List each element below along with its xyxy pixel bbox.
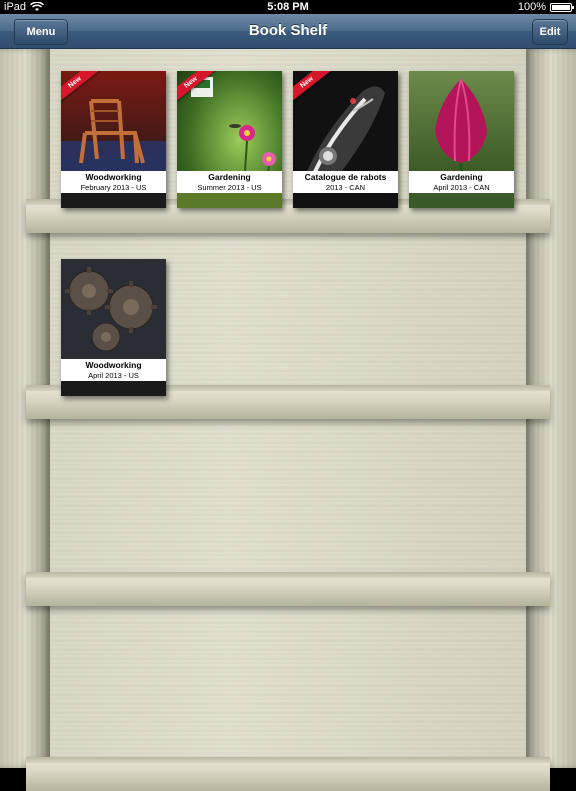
book-title: Gardening xyxy=(208,172,251,182)
status-right: 100% xyxy=(517,0,574,14)
edit-button[interactable]: Edit xyxy=(532,19,568,45)
bookshelf: Woodworking February 2013 - US New Garde… xyxy=(0,49,576,791)
book-item[interactable]: Gardening April 2013 - CAN xyxy=(409,71,514,208)
book-label: Gardening April 2013 - CAN xyxy=(409,171,514,193)
battery-icon xyxy=(550,2,574,12)
book-subtitle: April 2013 - US xyxy=(88,371,139,380)
book-subtitle: February 2013 - US xyxy=(80,183,147,192)
book-subtitle: 2013 - CAN xyxy=(325,183,366,192)
book-subtitle: April 2013 - CAN xyxy=(433,183,490,192)
book-label: Gardening Summer 2013 - US xyxy=(177,171,282,193)
book-subtitle: Summer 2013 - US xyxy=(197,183,262,192)
book-title: Woodworking xyxy=(85,360,142,370)
book-label: Woodworking February 2013 - US xyxy=(61,171,166,193)
status-time: 5:08 PM xyxy=(267,1,309,13)
shelf-plank xyxy=(26,757,550,791)
book-label: Woodworking April 2013 - US xyxy=(61,359,166,381)
book-item[interactable]: Gardening Summer 2013 - US New xyxy=(177,71,282,208)
battery-percent: 100% xyxy=(517,1,546,13)
book-item[interactable]: Catalogue de rabots 2013 - CAN New xyxy=(293,71,398,208)
book-title: Catalogue de rabots xyxy=(304,172,387,182)
book-item[interactable]: Woodworking April 2013 - US xyxy=(61,259,166,396)
book-label: Catalogue de rabots 2013 - CAN xyxy=(293,171,398,193)
menu-button[interactable]: Menu xyxy=(14,19,68,45)
book-title: Woodworking xyxy=(85,172,142,182)
status-bar: iPad 5:08 PM 100% xyxy=(0,0,576,14)
shelf-plank xyxy=(26,572,550,606)
book-title: Gardening xyxy=(440,172,483,182)
navigation-bar: Book Shelf Menu Edit xyxy=(0,14,576,49)
book-item[interactable]: Woodworking February 2013 - US New xyxy=(61,71,166,208)
page-title: Book Shelf xyxy=(248,22,328,39)
